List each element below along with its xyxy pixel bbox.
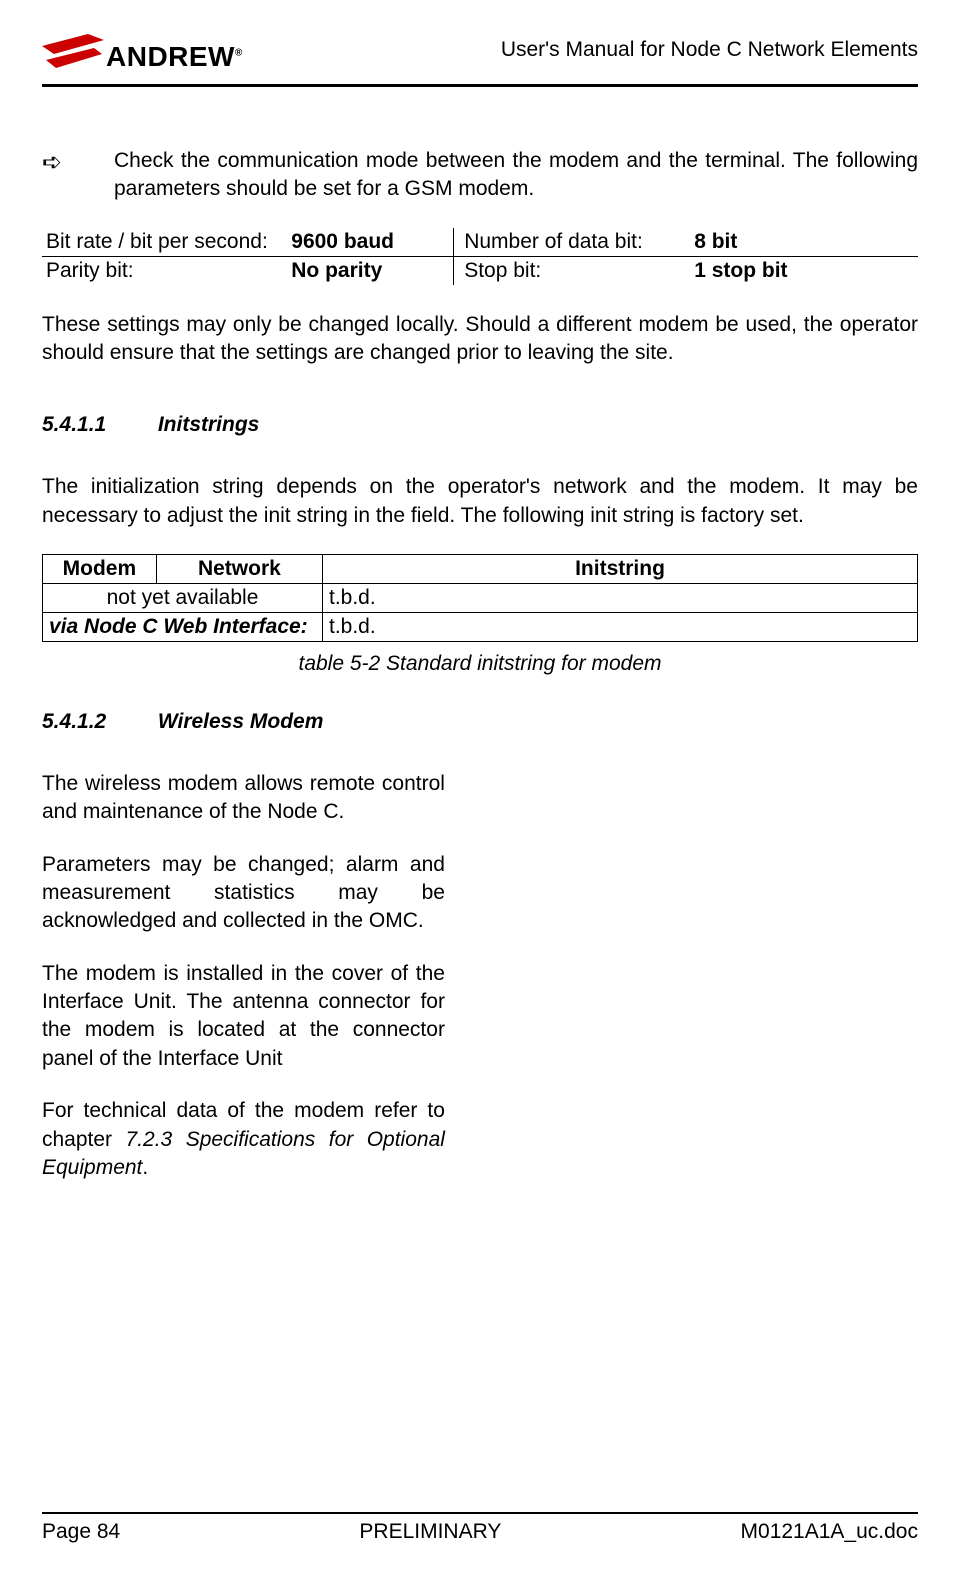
body-paragraph: The modem is installed in the cover of t… (42, 960, 445, 1073)
section-heading-wireless-modem: 5.4.1.2 Wireless Modem (42, 710, 918, 734)
body-paragraph: For technical data of the modem refer to… (42, 1097, 445, 1182)
arrow-bullet-icon: ➪ (42, 147, 114, 204)
page-header: ANDREW® User's Manual for Node C Network… (42, 34, 918, 87)
param-value: 8 bit (690, 228, 918, 257)
page-number: Page 84 (42, 1520, 120, 1544)
document-title: User's Manual for Node C Network Element… (501, 38, 918, 62)
logo: ANDREW® (42, 34, 243, 80)
gsm-parameters-table: Bit rate / bit per second: 9600 baud Num… (42, 228, 918, 285)
section-number: 5.4.1.2 (42, 710, 152, 734)
section-title: Initstrings (158, 413, 260, 436)
body-paragraph: Parameters may be changed; alarm and mea… (42, 851, 445, 936)
section-title: Wireless Modem (158, 710, 324, 733)
body-paragraph: The initialization string depends on the… (42, 473, 918, 530)
param-value: 1 stop bit (690, 256, 918, 285)
body-paragraph: The wireless modem allows remote control… (42, 770, 445, 827)
wireless-modem-column: The wireless modem allows remote control… (42, 770, 445, 1182)
param-label: Number of data bit: (454, 228, 691, 257)
body-paragraph: These settings may only be changed local… (42, 311, 918, 368)
initstring-table: Modem Network Initstring not yet availab… (42, 554, 918, 642)
cell-modem-network: not yet available (43, 584, 323, 613)
param-value: 9600 baud (287, 228, 453, 257)
table-caption: table 5-2 Standard initstring for modem (42, 652, 918, 676)
section-heading-initstrings: 5.4.1.1 Initstrings (42, 413, 918, 437)
logo-text: ANDREW® (106, 41, 243, 73)
col-header-network: Network (156, 555, 322, 584)
table-header-row: Modem Network Initstring (43, 555, 918, 584)
cell-web-interface: via Node C Web Interface: (43, 613, 323, 642)
table-row: Parity bit: No parity Stop bit: 1 stop b… (42, 256, 918, 285)
table-row: Bit rate / bit per second: 9600 baud Num… (42, 228, 918, 257)
document-filename: M0121A1A_uc.doc (741, 1520, 918, 1544)
param-value: No parity (287, 256, 453, 285)
cell-initstring: t.b.d. (323, 584, 918, 613)
page-footer: Page 84 PRELIMINARY M0121A1A_uc.doc (42, 1512, 918, 1544)
col-header-modem: Modem (43, 555, 157, 584)
col-header-initstring: Initstring (323, 555, 918, 584)
table-row: not yet available t.b.d. (43, 584, 918, 613)
instruction-bullet: ➪ Check the communication mode between t… (42, 147, 918, 204)
table-row: via Node C Web Interface: t.b.d. (43, 613, 918, 642)
param-label: Bit rate / bit per second: (42, 228, 287, 257)
cell-initstring: t.b.d. (323, 613, 918, 642)
param-label: Stop bit: (454, 256, 691, 285)
bullet-text: Check the communication mode between the… (114, 147, 918, 204)
section-number: 5.4.1.1 (42, 413, 152, 437)
andrew-logo-icon (42, 34, 104, 80)
param-label: Parity bit: (42, 256, 287, 285)
text: . (142, 1156, 148, 1179)
document-status: PRELIMINARY (359, 1520, 501, 1544)
